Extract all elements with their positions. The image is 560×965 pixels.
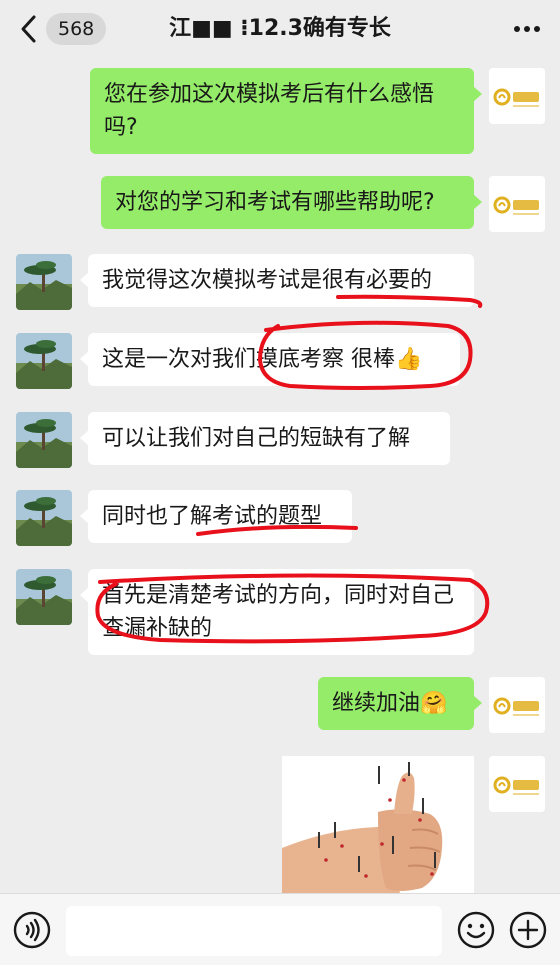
message-bubble[interactable]: 我觉得这次模拟考试是很有必要的 (80, 254, 474, 307)
voice-icon[interactable] (12, 910, 52, 950)
message-bubble[interactable]: 可以让我们对自己的短缺有了解 (80, 412, 450, 465)
emoji-icon[interactable] (456, 910, 496, 950)
message-bubble[interactable]: 对您的学习和考试有哪些帮助呢? (101, 176, 482, 229)
chat-header: 568 江■■ ⁝12.3确有专长 (0, 0, 560, 58)
ellipsis-icon[interactable] (512, 16, 542, 42)
user-avatar[interactable] (16, 254, 72, 310)
image-message-thumbs-up-hand[interactable] (282, 756, 474, 894)
plus-circle-icon[interactable] (508, 910, 548, 950)
logo-avatar-icon[interactable] (489, 756, 545, 812)
logo-avatar-icon[interactable] (489, 677, 545, 733)
chat-title: 江■■ ⁝12.3确有专长 (169, 16, 391, 41)
user-avatar[interactable] (16, 569, 72, 625)
user-avatar[interactable] (16, 490, 72, 546)
message-bubble[interactable]: 这是一次对我们摸底考察 很棒👍 (80, 333, 460, 386)
logo-avatar-icon[interactable] (489, 176, 545, 232)
message-bubble[interactable]: 同时也了解考试的题型 (80, 490, 352, 543)
message-bubble[interactable]: 您在参加这次模拟考后有什么感悟吗? (90, 68, 482, 154)
message-bubble[interactable]: 继续加油🤗 (318, 677, 482, 730)
chat-input-bar (0, 893, 560, 965)
user-avatar[interactable] (16, 412, 72, 468)
user-avatar[interactable] (16, 333, 72, 389)
message-input[interactable] (66, 906, 442, 956)
message-bubble[interactable]: 首先是清楚考试的方向，同时对自己查漏补缺的 (80, 569, 474, 655)
logo-avatar-icon[interactable] (489, 68, 545, 124)
thumbs-up-hand-photo (282, 756, 474, 894)
